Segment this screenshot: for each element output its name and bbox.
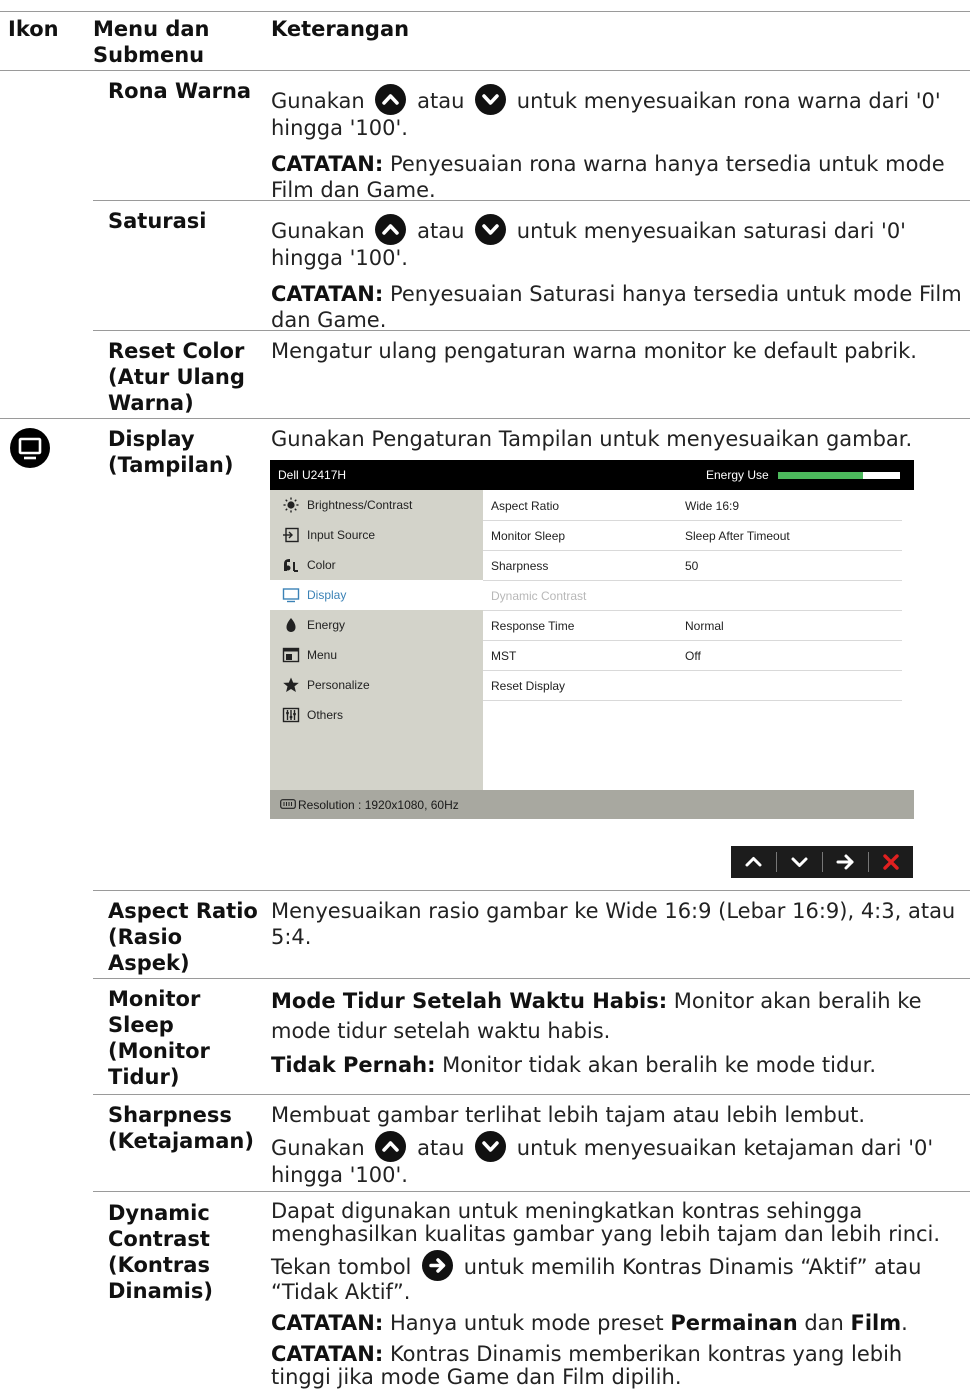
osd-menu-label: Display [307, 588, 347, 602]
osd-menu-screenshot: Dell U2417H Energy Use Brightness/Contra… [270, 460, 914, 819]
term-aspect-ratio: Aspect Ratio (Rasio Aspek) [108, 899, 258, 975]
osd-menu-item-others[interactable]: Others [270, 700, 483, 730]
desc-aspect-ratio: Menyesuaikan rasio gambar ke Wide 16:9 (… [271, 899, 956, 949]
osd-menu-item-energy[interactable]: Energy [270, 610, 483, 640]
osd-menu-item-display[interactable]: Display [270, 580, 483, 610]
right-arrow-icon [836, 854, 854, 870]
nav-right-button[interactable] [823, 846, 868, 878]
term-saturasi: Saturasi [108, 209, 207, 233]
energy-icon [286, 618, 296, 632]
down-button-icon [475, 214, 507, 245]
close-icon [883, 854, 899, 870]
desc-sharpness: Membuat gambar terlihat lebih tajam atau… [271, 1103, 934, 1187]
osd-resolution: Resolution : 1920x1080, 60Hz [298, 798, 459, 812]
right-button-icon [422, 1250, 454, 1281]
desc-display: Gunakan Pengaturan Tampilan untuk menyes… [271, 427, 913, 451]
desc-reset-color: Mengatur ulang pengaturan warna monitor … [271, 339, 917, 363]
osd-menu-item-brightness[interactable]: Brightness/Contrast [270, 490, 483, 520]
osd-setting-aspect-ratio[interactable]: Aspect Ratio Wide 16:9 [483, 490, 902, 521]
star-icon [283, 677, 299, 692]
osd-menu-item-color[interactable]: Color [270, 550, 483, 580]
color-icon [284, 559, 298, 572]
resolution-icon [280, 799, 296, 809]
brightness-icon [283, 497, 299, 513]
osd-menu-label: Brightness/Contrast [307, 498, 413, 512]
nav-close-button[interactable] [869, 846, 914, 878]
osd-navigation-buttons [731, 846, 913, 878]
osd-menu-label: Others [307, 708, 344, 722]
term-display: Display (Tampilan) [108, 427, 234, 477]
energy-use-bar [778, 472, 900, 479]
desc-saturasi: Gunakan atau untuk menyesuaikan saturasi… [271, 214, 966, 333]
term-sharpness: Sharpness (Ketajaman) [108, 1103, 254, 1153]
header-ikon: Ikon [8, 17, 59, 41]
osd-setting-mst[interactable]: MST Off [483, 640, 902, 671]
osd-display-submenu: Aspect Ratio Wide 16:9 Monitor Sleep Sleep… [483, 490, 914, 790]
osd-menu-label: Energy [307, 618, 346, 632]
down-icon [791, 857, 808, 867]
osd-setting-sharpness[interactable]: Sharpness 50 [483, 550, 902, 581]
osd-menu-label: Input Source [307, 528, 376, 542]
down-button-icon [475, 1131, 507, 1162]
osd-title-bar: Dell U2417H Energy Use [270, 460, 914, 490]
osd-setting-response-time[interactable]: Response Time Normal [483, 610, 902, 641]
osd-menu-label: Color [307, 558, 336, 572]
display-icon [282, 588, 300, 603]
header-menu-submenu: Menu dan Submenu [93, 17, 210, 67]
osd-setting-monitor-sleep[interactable]: Monitor Sleep Sleep After Timeout [483, 520, 902, 551]
down-button-icon [475, 84, 507, 115]
nav-down-button[interactable] [777, 846, 822, 878]
up-button-icon [375, 214, 407, 245]
others-icon [282, 707, 300, 723]
osd-model: Dell U2417H [278, 468, 347, 482]
osd-menu-item-input-source[interactable]: Input Source [270, 520, 483, 550]
osd-setting-reset-display[interactable]: Reset Display [483, 670, 902, 701]
osd-menu-label: Menu [307, 648, 338, 662]
osd-main-menu: Brightness/Contrast Input Source Color D… [270, 490, 483, 790]
osd-menu-item-menu[interactable]: Menu [270, 640, 483, 670]
term-rona-warna: Rona Warna [108, 79, 252, 103]
osd-energy-label: Energy Use [706, 468, 769, 482]
energy-use-fill [778, 472, 864, 479]
up-button-icon [375, 1131, 407, 1162]
header-keterangan: Keterangan [271, 17, 410, 41]
display-section-icon [10, 428, 50, 468]
up-button-icon [375, 84, 407, 115]
osd-setting-dynamic-contrast: Dynamic Contrast [483, 580, 902, 611]
term-dynamic-contrast: Dynamic Contrast (Kontras Dinamis) [108, 1201, 213, 1303]
osd-menu-label: Personalize [307, 678, 370, 692]
term-monitor-sleep: Monitor Sleep (Monitor Tidur) [108, 987, 210, 1089]
desc-rona-warna: Gunakan atau untuk menyesuaikan rona war… [271, 84, 966, 203]
input-source-icon [283, 527, 299, 543]
osd-menu-item-personalize[interactable]: Personalize [270, 670, 483, 700]
up-icon [745, 857, 762, 867]
osd-status-bar: Resolution : 1920x1080, 60Hz [270, 790, 914, 819]
term-reset-color: Reset Color (Atur Ulang Warna) [108, 339, 245, 415]
desc-dynamic-contrast: Dapat digunakan untuk meningkatkan kontr… [271, 1199, 941, 1389]
menu-icon [282, 647, 300, 663]
desc-monitor-sleep: Mode Tidur Setelah Waktu Habis: Monitor … [271, 989, 922, 1077]
nav-up-button[interactable] [731, 846, 776, 878]
